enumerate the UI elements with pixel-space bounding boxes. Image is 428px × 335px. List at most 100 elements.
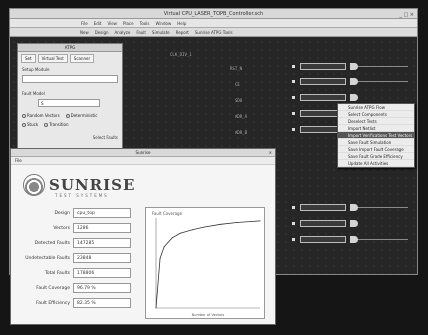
ctx-item-update-all[interactable]: Update All Activities bbox=[338, 160, 414, 167]
radio-transition-label: Transition bbox=[49, 122, 69, 127]
tab-set[interactable]: Set bbox=[21, 54, 36, 63]
sunrise-window: Sunrise × File SUNRISE TEST SYSTEMS Desi… bbox=[10, 148, 276, 325]
window-title: Virtual CPU_LASER_TOPB_Controller.sch bbox=[163, 11, 264, 17]
radio-circle-icon bbox=[65, 114, 70, 118]
window-controls[interactable]: _ □ × bbox=[399, 10, 414, 20]
chart-title: Fault Coverage bbox=[152, 211, 183, 216]
menu-tools[interactable]: Tools bbox=[137, 21, 153, 26]
schematic-component[interactable] bbox=[300, 63, 346, 70]
menu-help[interactable]: Help bbox=[174, 21, 189, 26]
radio-stuck-label: Stuck bbox=[27, 122, 39, 127]
select-faults-button[interactable]: Select Faults bbox=[18, 133, 122, 142]
schematic-menubar: File Edit View Place Tools Window Help bbox=[10, 19, 417, 28]
pin-label: SDO bbox=[235, 98, 243, 103]
radio-stuck[interactable]: Stuck bbox=[22, 122, 38, 127]
tool-panel-title: ATPG bbox=[18, 44, 122, 52]
ctx-item-save-fault-sim[interactable]: Save Fault Simulation bbox=[338, 139, 414, 146]
coverage-point bbox=[191, 229, 193, 231]
wire bbox=[358, 207, 408, 208]
junction-dot bbox=[292, 206, 295, 209]
fault-model-select[interactable]: S bbox=[38, 99, 100, 107]
stat-row: Undetectable Faults 23848 bbox=[17, 252, 141, 264]
fault-type-radio-group: Stuck Transition bbox=[18, 120, 122, 129]
schematic-component[interactable] bbox=[300, 94, 346, 101]
menu-place[interactable]: Place bbox=[120, 21, 137, 26]
radio-random[interactable]: Random Vectors bbox=[22, 113, 60, 118]
menu-window[interactable]: Window bbox=[152, 21, 174, 26]
chart-x-axis-label: Number of Vectors bbox=[192, 313, 225, 317]
schematic-component[interactable] bbox=[300, 220, 346, 227]
logic-gate[interactable] bbox=[350, 204, 358, 211]
logic-gate[interactable] bbox=[350, 94, 358, 101]
toolbar-analyze[interactable]: Analyze bbox=[115, 30, 131, 35]
radio-transition[interactable]: Transition bbox=[44, 122, 69, 127]
ctx-item-save-efficiency[interactable]: Save Fault Grade Efficiency bbox=[338, 153, 414, 160]
schematic-toolbar: New Design Analyze Fault Simulate Report… bbox=[10, 28, 417, 37]
toolbar-new[interactable]: New bbox=[80, 30, 89, 35]
ctx-item-atpg-flow[interactable]: Sunrise ATPG Flow bbox=[338, 104, 414, 111]
toolbar-design[interactable]: Design bbox=[95, 30, 109, 35]
logic-gate[interactable] bbox=[350, 220, 358, 227]
menu-view[interactable]: View bbox=[104, 21, 120, 26]
vector-radio-group: Random Vectors Deterministic bbox=[18, 111, 122, 120]
sunrise-menu-file[interactable]: File bbox=[15, 158, 22, 163]
setup-module-label: Setup Module bbox=[22, 67, 50, 72]
sunrise-title: Sunrise bbox=[135, 150, 151, 155]
fault-coverage-chart: Fault Coverage Number of Vectors bbox=[145, 207, 265, 319]
sunrise-logo-subtitle: TEST SYSTEMS bbox=[55, 193, 109, 198]
pin-label: RST_N bbox=[230, 66, 243, 71]
sunrise-menubar: File bbox=[11, 157, 275, 165]
junction-dot bbox=[292, 238, 295, 241]
pin-label: CE bbox=[235, 82, 240, 87]
stat-value: 82.35 % bbox=[73, 298, 131, 308]
coverage-point bbox=[259, 220, 261, 222]
toolbar-fault[interactable]: Fault bbox=[136, 30, 146, 35]
sunrise-titlebar: Sunrise × bbox=[11, 149, 275, 157]
tab-virtual-test[interactable]: Virtual Test bbox=[37, 54, 68, 63]
stat-row: Design cpu_top bbox=[17, 207, 141, 219]
stat-label: Detected Faults bbox=[34, 240, 70, 246]
ctx-item-save-coverage[interactable]: Save Import Fault Coverage bbox=[338, 146, 414, 153]
stat-label: Fault Efficiency bbox=[36, 300, 70, 306]
stat-row: Detected Faults 147285 bbox=[17, 237, 141, 249]
coverage-point bbox=[220, 223, 222, 225]
logic-gate[interactable] bbox=[350, 63, 358, 70]
pin-label: ADR_B bbox=[235, 130, 248, 135]
fault-model-label: Fault Model bbox=[22, 91, 45, 96]
stat-value: 147285 bbox=[73, 238, 131, 248]
junction-dot bbox=[292, 222, 295, 225]
stat-value: 178806 bbox=[73, 268, 131, 278]
radio-circle-icon bbox=[22, 123, 26, 127]
menu-file[interactable]: File bbox=[78, 21, 91, 26]
ctx-item-import-netlist[interactable]: Import Netlist bbox=[338, 125, 414, 132]
radio-deterministic[interactable]: Deterministic bbox=[65, 113, 98, 118]
toolbar-report[interactable]: Report bbox=[176, 30, 189, 35]
logic-gate[interactable] bbox=[350, 236, 358, 243]
stat-value: 1286 bbox=[73, 223, 131, 233]
tab-scanner[interactable]: Scanner bbox=[69, 54, 95, 63]
close-icon[interactable]: × bbox=[269, 149, 272, 157]
wire bbox=[358, 81, 408, 82]
logic-gate[interactable] bbox=[350, 78, 358, 85]
coverage-point bbox=[171, 237, 173, 239]
setup-module-field[interactable] bbox=[22, 75, 118, 83]
schematic-component[interactable] bbox=[300, 236, 346, 243]
schematic-component[interactable] bbox=[300, 204, 346, 211]
sunrise-logo-icon bbox=[23, 174, 45, 196]
stat-value: 23848 bbox=[73, 253, 131, 263]
radio-deterministic-label: Deterministic bbox=[70, 113, 98, 118]
ctx-item-import-vectors[interactable]: Import Verifications Test Vectors bbox=[338, 132, 414, 139]
wire bbox=[358, 239, 408, 240]
stat-label: Design bbox=[54, 210, 70, 216]
toolbar-simulate[interactable]: Simulate bbox=[152, 30, 170, 35]
schematic-component[interactable] bbox=[300, 78, 346, 85]
schematic-titlebar: Virtual CPU_LASER_TOPB_Controller.sch _ … bbox=[10, 9, 417, 19]
ctx-item-select-components[interactable]: Select Components bbox=[338, 111, 414, 118]
toolbar-atpg[interactable]: Sunrise ATPG Tools bbox=[195, 30, 233, 35]
coverage-series-line bbox=[155, 220, 261, 309]
menu-edit[interactable]: Edit bbox=[91, 21, 105, 26]
atpg-tool-panel: ATPG Set Virtual Test Scanner Setup Modu… bbox=[17, 43, 123, 155]
ctx-item-deselect-tests[interactable]: Deselect Tests bbox=[338, 118, 414, 125]
stats-panel: Design cpu_top Vectors 1286 Detected Fau… bbox=[17, 207, 141, 312]
junction-dot bbox=[292, 80, 295, 83]
